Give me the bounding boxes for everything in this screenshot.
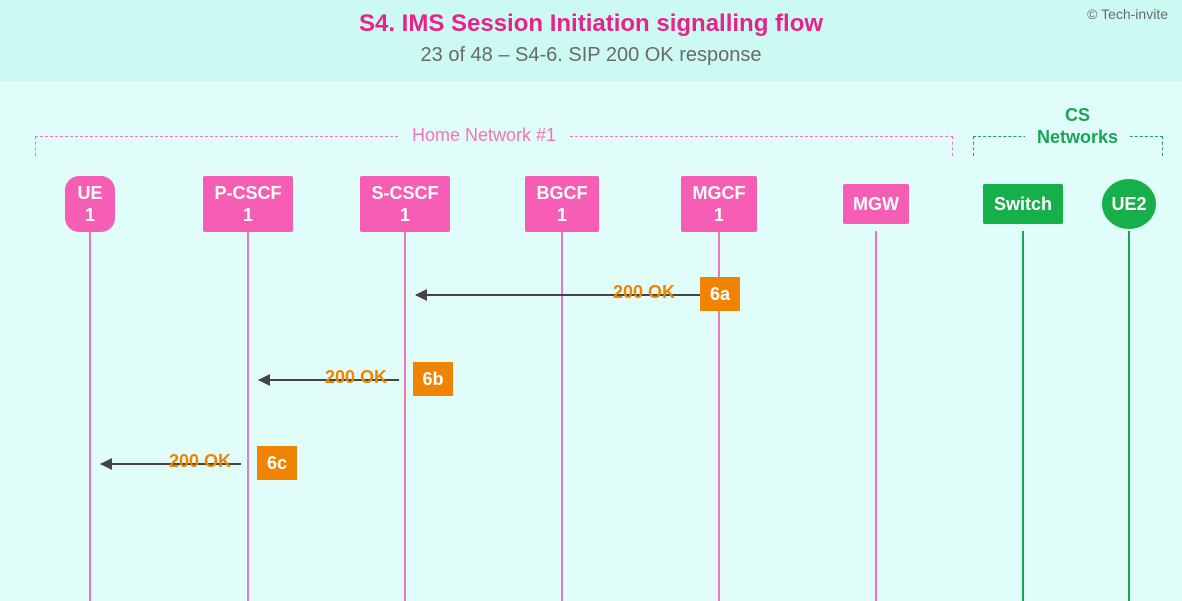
lifeline-ue2 <box>1128 231 1130 601</box>
node-bgcf1-l2: 1 <box>525 204 599 227</box>
group-label-cs: CS Networks <box>1025 105 1130 148</box>
node-ue1: UE 1 <box>65 176 115 232</box>
node-ue2: UE2 <box>1102 179 1156 229</box>
node-scscf1: S-CSCF 1 <box>360 176 450 232</box>
lifeline-ue1 <box>89 231 91 601</box>
page-subtitle: 23 of 48 – S4-6. SIP 200 OK response <box>0 44 1182 67</box>
copyright-text: © Tech-invite <box>1087 6 1168 22</box>
node-ue1-l1: UE <box>65 182 115 205</box>
msg-box-6b: 6b <box>413 362 453 396</box>
node-mgw: MGW <box>843 184 909 224</box>
group-label-home: Home Network #1 <box>400 125 568 146</box>
msg-label-6a: 200 OK <box>613 282 675 303</box>
lifeline-bgcf1 <box>561 231 563 601</box>
node-mgcf1-l2: 1 <box>681 204 757 227</box>
node-scscf1-l1: S-CSCF <box>360 182 450 205</box>
msg-box-6c: 6c <box>257 446 297 480</box>
node-mgw-label: MGW <box>843 193 909 216</box>
msg-box-6a: 6a <box>700 277 740 311</box>
lifeline-scscf1 <box>404 231 406 601</box>
node-ue2-label: UE2 <box>1102 193 1156 216</box>
node-bgcf1: BGCF 1 <box>525 176 599 232</box>
node-scscf1-l2: 1 <box>360 204 450 227</box>
node-bgcf1-l1: BGCF <box>525 182 599 205</box>
node-mgcf1-l1: MGCF <box>681 182 757 205</box>
node-pcscf1: P-CSCF 1 <box>203 176 293 232</box>
msg-label-6b: 200 OK <box>325 367 387 388</box>
sequence-diagram: Home Network #1 CS Networks UE 1 P-CSCF … <box>0 81 1182 561</box>
node-pcscf1-l2: 1 <box>203 204 293 227</box>
lifeline-pcscf1 <box>247 231 249 601</box>
node-ue1-l2: 1 <box>65 204 115 227</box>
lifeline-mgw <box>875 231 877 601</box>
group-label-cs-text: CS Networks <box>1037 105 1118 148</box>
node-switch-label: Switch <box>983 193 1063 216</box>
lifeline-switch <box>1022 231 1024 601</box>
node-pcscf1-l1: P-CSCF <box>203 182 293 205</box>
header: © Tech-invite S4. IMS Session Initiation… <box>0 0 1182 81</box>
msg-label-6c: 200 OK <box>169 451 231 472</box>
page-title: S4. IMS Session Initiation signalling fl… <box>0 10 1182 38</box>
node-switch: Switch <box>983 184 1063 224</box>
node-mgcf1: MGCF 1 <box>681 176 757 232</box>
